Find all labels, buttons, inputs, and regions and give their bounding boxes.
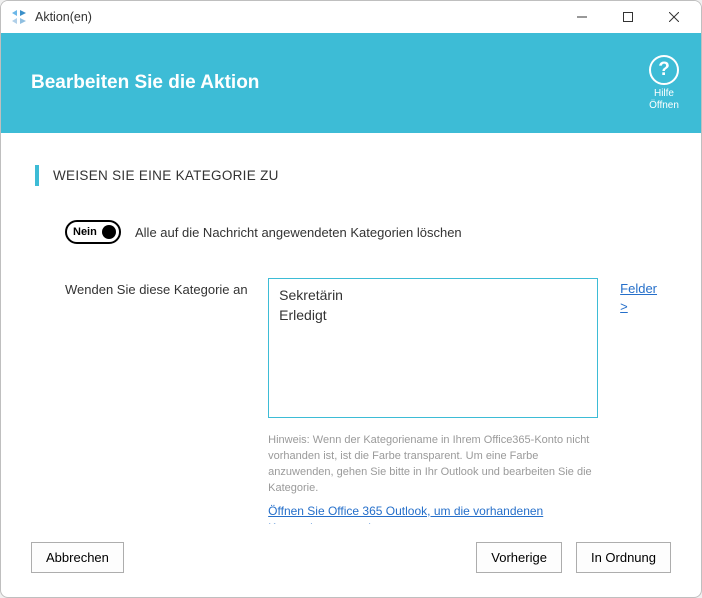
toggle-knob [102, 225, 116, 239]
header-banner: Bearbeiten Sie die Aktion ? Hilfe Öffnen [1, 33, 701, 133]
open-outlook-link[interactable]: Öffnen Sie Office 365 Outlook, um die vo… [268, 503, 598, 524]
help-label-1: Hilfe [649, 88, 679, 100]
cancel-button[interactable]: Abbrechen [31, 542, 124, 573]
clear-categories-toggle[interactable]: Nein [65, 220, 121, 244]
apply-category-row: Wenden Sie diese Kategorie an Hinweis: W… [65, 278, 667, 524]
window-controls [559, 3, 697, 31]
apply-category-label: Wenden Sie diese Kategorie an [65, 278, 250, 300]
clear-categories-label: Alle auf die Nachricht angewendeten Kate… [135, 225, 462, 240]
app-icon [11, 9, 27, 25]
help-button[interactable]: ? Hilfe Öffnen [649, 55, 679, 111]
maximize-button[interactable] [605, 3, 651, 31]
category-hint: Hinweis: Wenn der Kategoriename in Ihrem… [268, 433, 598, 497]
clear-categories-row: Nein Alle auf die Nachricht angewendeten… [65, 220, 667, 244]
help-label-2: Öffnen [649, 100, 679, 112]
ok-button[interactable]: In Ordnung [576, 542, 671, 573]
toggle-state-label: Nein [70, 226, 97, 238]
help-icon: ? [649, 55, 679, 85]
minimize-button[interactable] [559, 3, 605, 31]
section-heading: WEISEN SIE EINE KATEGORIE ZU [35, 165, 667, 186]
titlebar: Aktion(en) [1, 1, 701, 33]
footer: Abbrechen Vorherige In Ordnung [1, 524, 701, 597]
window-title: Aktion(en) [35, 10, 92, 24]
page-title: Bearbeiten Sie die Aktion [31, 72, 259, 94]
dialog-window: Aktion(en) Bearbeiten Sie die Aktion ? H… [0, 0, 702, 598]
close-button[interactable] [651, 3, 697, 31]
fields-link[interactable]: Felder > [620, 280, 667, 316]
apply-category-main: Hinweis: Wenn der Kategoriename in Ihrem… [268, 278, 598, 524]
content-area: WEISEN SIE EINE KATEGORIE ZU Nein Alle a… [1, 133, 701, 524]
category-input[interactable] [268, 278, 598, 418]
previous-button[interactable]: Vorherige [476, 542, 562, 573]
